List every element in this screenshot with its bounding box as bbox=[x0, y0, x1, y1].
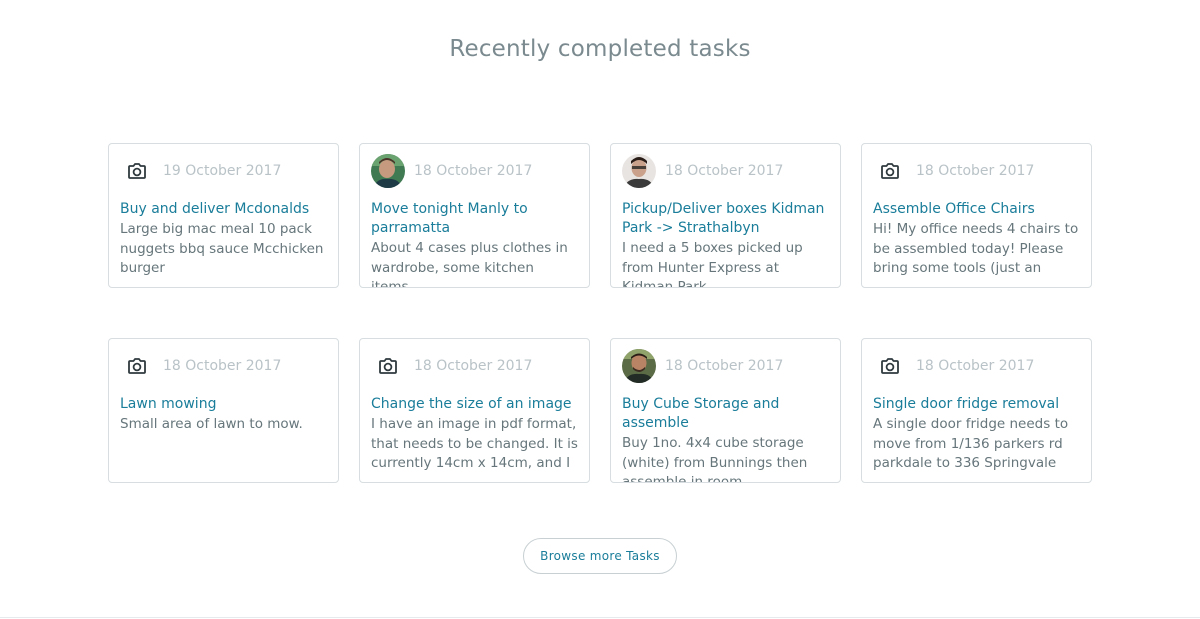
task-card-header: 19 October 2017 bbox=[120, 154, 327, 188]
task-card-header: 18 October 2017 bbox=[622, 349, 829, 383]
camera-icon bbox=[120, 349, 154, 383]
task-card-header: 18 October 2017 bbox=[120, 349, 327, 383]
task-date: 19 October 2017 bbox=[163, 163, 282, 179]
browse-more-tasks-button[interactable]: Browse more Tasks bbox=[523, 538, 677, 574]
task-card-header: 18 October 2017 bbox=[873, 154, 1080, 188]
task-date: 18 October 2017 bbox=[665, 358, 784, 374]
task-title[interactable]: Move tonight Manly to parramatta bbox=[371, 200, 578, 238]
task-description: About 4 cases plus clothes in wardrobe, … bbox=[371, 240, 568, 288]
avatar bbox=[622, 349, 656, 383]
task-description: Buy 1no. 4x4 cube storage (white) from B… bbox=[622, 435, 808, 483]
task-title[interactable]: Buy Cube Storage and assemble bbox=[622, 395, 829, 433]
task-card-header: 18 October 2017 bbox=[622, 154, 829, 188]
recent-tasks-section: Recently completed tasks 19 October 2017… bbox=[0, 0, 1200, 619]
camera-icon bbox=[873, 154, 907, 188]
task-description: Small area of lawn to mow. bbox=[120, 416, 303, 432]
task-title[interactable]: Lawn mowing bbox=[120, 395, 327, 414]
camera-icon bbox=[120, 154, 154, 188]
task-description: I have an image in pdf format, that need… bbox=[371, 416, 578, 471]
task-card-header: 18 October 2017 bbox=[873, 349, 1080, 383]
task-card-header: 18 October 2017 bbox=[371, 154, 578, 188]
divider bbox=[0, 617, 1200, 618]
camera-icon bbox=[873, 349, 907, 383]
task-description: Hi! My office needs 4 chairs to be assem… bbox=[873, 221, 1079, 276]
task-title[interactable]: Assemble Office Chairs bbox=[873, 200, 1080, 219]
task-date: 18 October 2017 bbox=[665, 163, 784, 179]
task-card[interactable]: 18 October 2017 Buy Cube Storage and ass… bbox=[610, 338, 841, 483]
section-title: Recently completed tasks bbox=[449, 36, 751, 62]
task-description: Large big mac meal 10 pack nuggets bbq s… bbox=[120, 221, 324, 276]
task-card[interactable]: 19 October 2017 Buy and deliver Mcdonald… bbox=[108, 143, 339, 288]
avatar bbox=[622, 154, 656, 188]
task-card[interactable]: 18 October 2017 Lawn mowing Small area o… bbox=[108, 338, 339, 483]
task-date: 18 October 2017 bbox=[916, 358, 1035, 374]
task-title[interactable]: Change the size of an image bbox=[371, 395, 578, 414]
task-title[interactable]: Single door fridge removal bbox=[873, 395, 1080, 414]
task-card[interactable]: 18 October 2017 Change the size of an im… bbox=[359, 338, 590, 483]
task-title[interactable]: Pickup/Deliver boxes Kidman Park -> Stra… bbox=[622, 200, 829, 238]
task-card-grid: 19 October 2017 Buy and deliver Mcdonald… bbox=[108, 143, 1093, 483]
task-date: 18 October 2017 bbox=[163, 358, 282, 374]
task-date: 18 October 2017 bbox=[916, 163, 1035, 179]
task-card[interactable]: 18 October 2017 Pickup/Deliver boxes Kid… bbox=[610, 143, 841, 288]
camera-icon bbox=[371, 349, 405, 383]
avatar bbox=[371, 154, 405, 188]
task-description: I need a 5 boxes picked up from Hunter E… bbox=[622, 240, 803, 288]
task-card[interactable]: 18 October 2017 Assemble Office Chairs H… bbox=[861, 143, 1092, 288]
task-card-header: 18 October 2017 bbox=[371, 349, 578, 383]
task-date: 18 October 2017 bbox=[414, 358, 533, 374]
task-card[interactable]: 18 October 2017 Move tonight Manly to pa… bbox=[359, 143, 590, 288]
task-date: 18 October 2017 bbox=[414, 163, 533, 179]
task-card[interactable]: 18 October 2017 Single door fridge remov… bbox=[861, 338, 1092, 483]
task-description: A single door fridge needs to move from … bbox=[873, 416, 1069, 471]
task-title[interactable]: Buy and deliver Mcdonalds bbox=[120, 200, 327, 219]
